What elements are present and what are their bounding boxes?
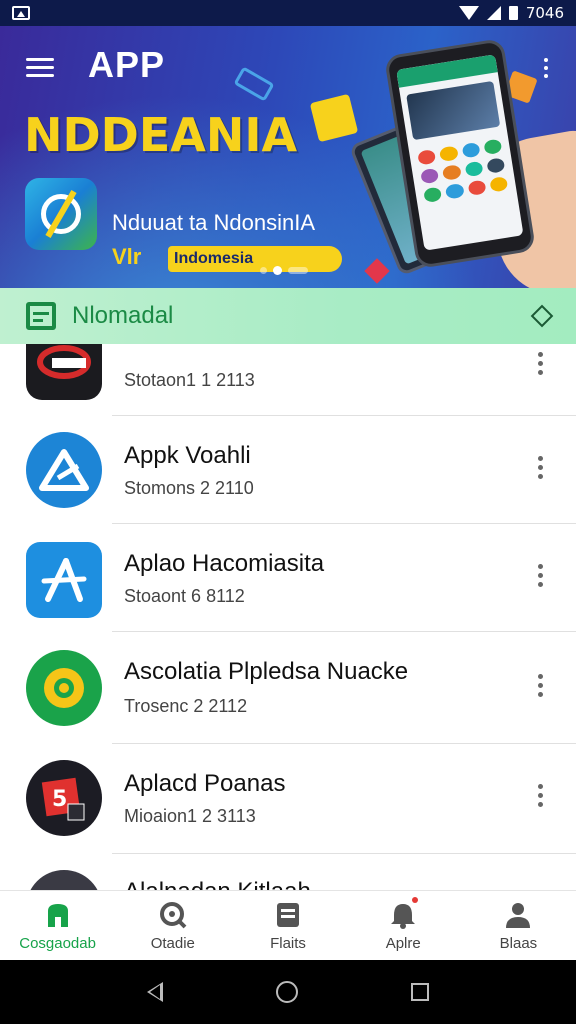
nav-label: Aplre	[385, 935, 421, 952]
app-icon-red-logo	[26, 344, 102, 400]
banner-subtitle: Nduuat ta NdonsinIA	[112, 210, 316, 235]
list-item[interactable]: Alalnadan Kitlaah	[0, 854, 576, 890]
more-options-icon[interactable]	[538, 564, 544, 591]
nav-item-home[interactable]: Cosgaodab	[0, 891, 115, 960]
home-icon	[43, 901, 73, 929]
banner-tag-prefix: Vlr	[112, 244, 142, 269]
home-button-icon[interactable]	[275, 981, 298, 1003]
list-item[interactable]: Appk Voahli Stomons 2 2110	[0, 416, 576, 524]
carousel-dot[interactable]	[288, 267, 308, 274]
list-item[interactable]: Stotaon1 1 2113	[0, 344, 576, 416]
back-icon[interactable]	[146, 982, 163, 1002]
diamond-icon[interactable]	[530, 304, 554, 328]
promo-app-logo	[25, 178, 97, 250]
search-icon	[158, 901, 188, 929]
app-icon-dark	[26, 870, 102, 890]
app-list: Stotaon1 1 2113 Appk Voahli Stomons 2 21…	[0, 344, 576, 890]
section-title: Nlomadal	[72, 302, 174, 329]
carousel-dot-active[interactable]	[273, 266, 282, 275]
stack-icon	[273, 901, 303, 929]
battery-icon	[508, 6, 518, 20]
app-meta: Stoaont 6 8112	[124, 586, 245, 606]
nav-label: Blaas	[499, 935, 538, 952]
status-time: 7046	[525, 4, 564, 22]
overflow-menu-icon[interactable]	[544, 58, 548, 82]
nav-label: Otadie	[150, 935, 195, 952]
banner-tag-pill: Indomesia	[168, 246, 342, 272]
list-item[interactable]: 5 Aplacd Poanas Mioaion1 2 3113	[0, 744, 576, 854]
nav-item-alerts[interactable]: Aplre	[346, 891, 461, 960]
bell-icon	[388, 901, 418, 929]
calendar-icon	[26, 302, 56, 330]
app-meta: Stomons 2 2110	[124, 478, 254, 498]
more-options-icon[interactable]	[538, 674, 544, 701]
list-item[interactable]: Ascolatia Plpledsa Nuacke Trosenc 2 2112	[0, 632, 576, 744]
nav-item-profile[interactable]: Blaas	[461, 891, 576, 960]
banner-headline: NDDEANIA	[24, 108, 298, 162]
bottom-navigation: Cosgaodab Otadie Flaits Aplre Blaas	[0, 890, 576, 960]
app-meta: Mioaion1 2 3113	[124, 806, 256, 826]
app-meta: Trosenc 2 2112	[124, 696, 248, 716]
carousel-dot[interactable]	[260, 267, 267, 274]
section-header: Nlomadal	[0, 288, 576, 344]
nav-label: Flaits	[270, 935, 306, 952]
list-item[interactable]: Aplao Hacomiasita Stoaont 6 8112	[0, 524, 576, 632]
decor-shape	[309, 93, 359, 143]
app-icon-blue-a	[26, 542, 102, 618]
carousel-indicator[interactable]	[260, 266, 308, 275]
app-name: Ascolatia Plpledsa Nuacke	[124, 658, 409, 685]
app-name: Alalnadan Kitlaah	[124, 878, 311, 890]
more-options-icon[interactable]	[538, 784, 544, 811]
status-indicators: 7046	[458, 4, 564, 22]
wifi-icon	[458, 6, 479, 20]
app-icon-blue-triangle	[26, 432, 102, 508]
more-options-icon[interactable]	[538, 352, 544, 379]
nav-label: Cosgaodab	[19, 935, 96, 952]
app-name: Aplacd Poanas	[124, 770, 286, 797]
app-meta: Stotaon1 1 2113	[124, 370, 255, 390]
app-name: Appk Voahli	[124, 442, 251, 469]
notification-badge	[411, 897, 418, 903]
system-navigation-bar	[0, 960, 576, 1024]
nav-item-stack[interactable]: Flaits	[230, 891, 345, 960]
app-name: Aplao Hacomiasita	[124, 550, 325, 577]
more-options-icon[interactable]	[538, 456, 544, 483]
notification-icon	[12, 6, 30, 20]
decor-shape	[364, 258, 390, 284]
menu-icon[interactable]	[26, 58, 54, 78]
app-icon-green-gear	[26, 650, 102, 726]
person-icon	[503, 901, 533, 929]
recent-apps-icon[interactable]	[411, 983, 430, 1001]
svg-text:5: 5	[52, 787, 67, 812]
signal-icon	[486, 6, 501, 20]
nav-item-search[interactable]: Otadie	[115, 891, 230, 960]
status-bar: 7046	[0, 0, 576, 26]
decor-shape	[233, 66, 275, 102]
app-title: APP	[88, 44, 166, 85]
promo-banner[interactable]: APP NDDEANIA Nduuat ta NdonsinIA Vlr Ind…	[0, 26, 576, 288]
app-icon-red-square: 5	[26, 760, 102, 836]
